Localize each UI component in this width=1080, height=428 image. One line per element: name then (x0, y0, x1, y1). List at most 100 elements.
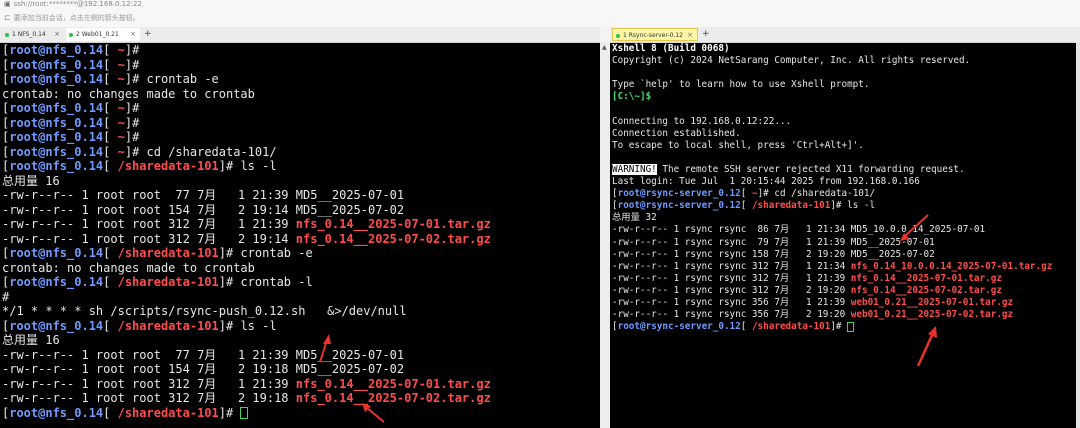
terminal-text: [ (740, 321, 752, 333)
tab-label: 1 NFS_0.14 (12, 31, 46, 38)
prompt-user-host: root@nfs_0.14 (9, 130, 104, 144)
highlighted-text: /sharedata-101 (751, 321, 831, 333)
left-terminal[interactable]: [root@nfs_0.14[ ~]# [root@nfs_0.14[ ~]# [r… (0, 43, 600, 428)
tab-nfs[interactable]: 1 NFS_0.14 × (2, 28, 64, 41)
terminal-text: [ (103, 159, 118, 173)
tab-web01[interactable]: 2 Web01_0.21 × (66, 28, 140, 41)
highlighted-text: /sharedata-101 (117, 405, 219, 420)
highlighted-text: /sharedata-101 (117, 246, 219, 260)
terminal-text: ]# ls -l (218, 159, 277, 173)
terminal-line: Connecting to 192.168.0.12:22... (610, 116, 1076, 128)
warning-label: WARNING! (612, 163, 657, 175)
terminal-text: ]# crontab -e (218, 246, 313, 260)
prompt-user-host: root@nfs_0.14 (9, 159, 104, 173)
terminal-line: -rw-r--r-- 1 root root 154 7月 2 19:14 MD… (0, 203, 600, 218)
prompt-user-host: root@nfs_0.14 (9, 246, 104, 260)
terminal-text: -rw-r--r-- 1 rsync rsync 356 7月 1 21:39 (612, 296, 851, 308)
terminal-line: -rw-r--r-- 1 root root 154 7月 2 19:18 MD… (0, 362, 600, 377)
tab-label: 1 Rsync-server-0.12 (623, 32, 683, 39)
terminal-text: Copyright (c) 2024 NetSarang Computer, I… (612, 55, 971, 67)
right-scrollbar[interactable] (1076, 42, 1080, 428)
add-session-icon[interactable]: ⊏ (4, 9, 11, 27)
prompt-user-host: root@nfs_0.14 (9, 318, 104, 333)
tab-close-icon[interactable]: × (130, 28, 136, 41)
prompt-user-host: root@nfs_0.14 (9, 101, 104, 115)
terminal-text: Connecting to 192.168.0.12:22... (612, 115, 792, 127)
terminal-line: Connection established. (610, 128, 1076, 140)
highlighted-text: web01_0.21__2025-07-01.tar.gz (850, 296, 1014, 308)
pane-splitter[interactable]: ▲ (600, 42, 610, 428)
terminal-line: [root@nfs_0.14[ ~]# (0, 101, 600, 116)
terminal-text: -rw-r--r-- 1 root root 77 7月 1 21:39 MD5… (2, 188, 405, 202)
terminal-line: To escape to local shell, press 'Ctrl+Al… (610, 140, 1076, 152)
terminal-line: [root@nfs_0.14[ /sharedata-101]# crontab… (0, 246, 600, 261)
window-title-bar: ▣ ssh://root:********@192.168.0.12:22 (0, 0, 1080, 9)
terminal-text: Type `help' to learn how to use Xshell p… (612, 79, 870, 91)
highlighted-text: nfs_0.14__2025-07-01.tar.gz (295, 376, 491, 391)
terminal-text: -rw-r--r-- 1 rsync rsync 158 7月 2 19:20 … (612, 248, 935, 260)
terminal-line: [root@nfs_0.14[ ~]# (0, 58, 600, 73)
terminal-text: Last login: Tue Jul 1 20:15:44 2025 from… (612, 176, 920, 188)
new-tab-icon[interactable]: + (702, 28, 710, 41)
highlighted-text: nfs_0.14__2025-07-01.tar.gz (295, 217, 491, 231)
terminal-line: crontab: no changes made to crontab (0, 261, 600, 276)
terminal-text: */1 * * * * sh /scripts/rsync-push_0.12.… (2, 304, 407, 318)
terminal-line: -rw-r--r-- 1 rsync rsync 356 7月 1 21:39 … (610, 297, 1076, 309)
prompt-user-host: root@rsync-server_0.12 (617, 321, 741, 333)
prompt-user-host: root@nfs_0.14 (9, 275, 104, 289)
terminal-line: -rw-r--r-- 1 root root 312 7月 2 19:14 nf… (0, 232, 600, 247)
highlighted-text: /sharedata-101 (751, 200, 831, 212)
terminal-text: # (2, 289, 10, 304)
terminal-text: [ (103, 72, 118, 86)
terminal-line: # (0, 290, 600, 305)
terminal-text: crontab: no changes made to crontab (2, 260, 255, 275)
terminal-text: -rw-r--r-- 1 root root 154 7月 2 19:18 MD… (2, 362, 405, 376)
terminal-text: The remote SSH server rejected X11 forwa… (656, 163, 965, 175)
terminal-text: ]# cd /sharedata-101/ (757, 188, 876, 200)
highlighted-text: ~ (117, 130, 125, 144)
right-terminal[interactable]: Xshell 8 (Build 0068) Copyright (c) 2024 … (610, 43, 1076, 428)
terminal-text: 总用量 16 (2, 173, 60, 188)
terminal-text: 总用量 32 (612, 212, 657, 224)
terminal-text: ]# (124, 43, 140, 57)
scroll-up-icon[interactable]: ▲ (602, 44, 607, 51)
terminal-text: -rw-r--r-- 1 rsync rsync 312 7月 2 19:20 (612, 284, 851, 296)
terminal-cursor (240, 407, 249, 419)
terminal-text: [ (103, 405, 118, 420)
terminal-text: ]# (218, 405, 241, 420)
terminal-line: [root@nfs_0.14[ ~]# (0, 130, 600, 145)
new-tab-icon[interactable]: + (144, 28, 152, 41)
terminal-line: [root@nfs_0.14[ /sharedata-101]# ls -l (0, 159, 600, 174)
highlighted-text: ~ (117, 72, 125, 86)
terminal-text: -rw-r--r-- 1 rsync rsync 86 7月 1 21:34 M… (612, 224, 986, 236)
tab-rsync-server[interactable]: 1 Rsync-server-0.12 × (612, 28, 698, 41)
terminal-text: -rw-r--r-- 1 root root 312 7月 2 19:18 (2, 391, 296, 405)
terminal-line: [root@nfs_0.14[ ~]# crontab -e (0, 72, 600, 87)
terminal-text: [ (740, 200, 752, 212)
window-title: ssh://root:********@192.168.0.12:22 (13, 0, 142, 8)
terminal-line: -rw-r--r-- 1 root root 77 7月 1 21:39 MD5… (0, 188, 600, 203)
terminal-text: ]# (830, 321, 848, 333)
terminal-text: ]# (124, 101, 140, 115)
prompt-user-host: root@rsync-server_0.12 (617, 188, 741, 200)
highlighted-text: nfs_0.14__2025-07-02.tar.gz (295, 231, 491, 246)
terminal-text: -rw-r--r-- 1 rsync rsync 79 7月 1 21:39 M… (612, 236, 935, 248)
terminal-text: -rw-r--r-- 1 root root 154 7月 2 19:14 MD… (2, 202, 405, 217)
tab-close-icon[interactable]: × (687, 29, 693, 42)
terminal-line: -rw-r--r-- 1 rsync rsync 312 7月 2 19:20 … (610, 285, 1076, 297)
session-hint-bar: ⊏ 要添加当前会话，点击左侧的箭头按钮。 (0, 9, 1080, 27)
terminal-text: ]# ls -l (218, 318, 277, 333)
terminal-text: [C:\~]$ (612, 91, 652, 103)
terminal-line: [root@rsync-server_0.12[ ~]# cd /shareda… (610, 188, 1076, 200)
tab-close-icon[interactable]: × (54, 28, 60, 41)
terminal-line: [root@nfs_0.14[ /sharedata-101]# ls -l (0, 319, 600, 334)
highlighted-text: /sharedata-101 (117, 318, 219, 333)
terminal-line: 总用量 32 (610, 212, 1076, 224)
connected-dot-icon (69, 32, 73, 37)
prompt-user-host: root@nfs_0.14 (9, 43, 104, 57)
terminal-text: -rw-r--r-- 1 root root 312 7月 1 21:39 (2, 376, 296, 391)
highlighted-text: web01_0.21__2025-07-02.tar.gz (850, 309, 1014, 321)
terminal-line: [root@nfs_0.14[ /sharedata-101]# crontab… (0, 275, 600, 290)
